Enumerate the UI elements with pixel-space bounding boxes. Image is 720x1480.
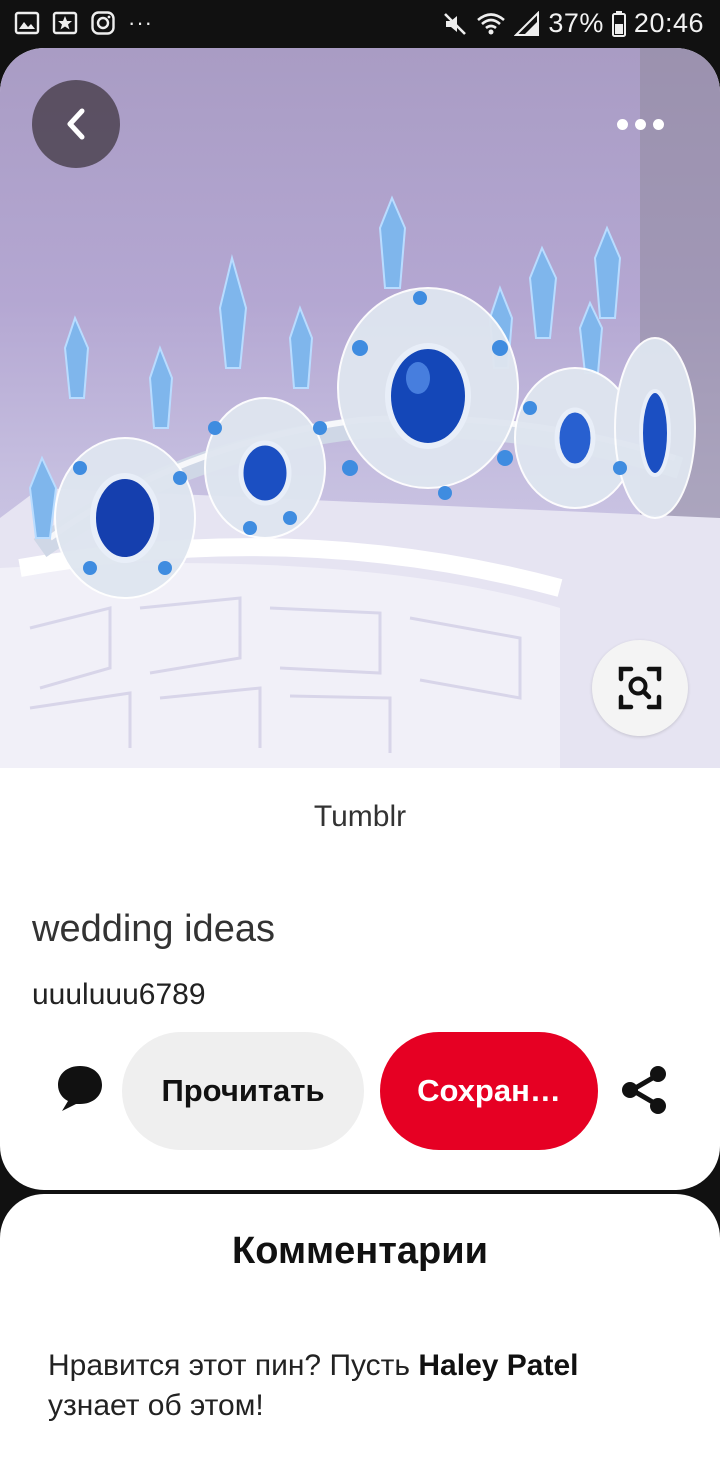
pin-card: Tumblr wedding ideas uuuluuu6789 Прочита… bbox=[0, 48, 720, 1190]
comment-icon[interactable] bbox=[54, 1062, 106, 1114]
more-dot-icon bbox=[634, 118, 646, 130]
save-button[interactable]: Сохран… bbox=[380, 1032, 598, 1150]
pin-actions: Прочитать Сохран… bbox=[0, 1032, 720, 1150]
more-dot-icon bbox=[652, 118, 664, 130]
visual-search-button[interactable] bbox=[592, 640, 688, 736]
pin-author[interactable]: uuuluuu6789 bbox=[32, 978, 206, 1012]
status-right: 37% 20:46 bbox=[442, 8, 704, 39]
comments-prompt: Нравится этот пин? Пусть Haley Patel узн… bbox=[48, 1346, 648, 1426]
comments-prompt-start: Нравится этот пин? Пусть bbox=[48, 1349, 419, 1382]
status-bar: ··· 37% 20:46 bbox=[0, 0, 720, 48]
more-notifications-icon: ··· bbox=[128, 10, 153, 35]
comments-section: Комментарии Нравится этот пин? Пусть Hal… bbox=[0, 1194, 720, 1480]
instagram-icon bbox=[91, 11, 115, 35]
battery-percent: 37% bbox=[548, 8, 604, 38]
read-button[interactable]: Прочитать bbox=[122, 1032, 364, 1150]
comments-title: Комментарии bbox=[232, 1230, 488, 1272]
pin-source[interactable]: Tumblr bbox=[0, 800, 720, 834]
status-left-icons: ··· bbox=[14, 10, 153, 36]
chevron-left-icon bbox=[67, 108, 85, 140]
battery-icon bbox=[611, 10, 626, 37]
more-options-button[interactable] bbox=[598, 96, 682, 152]
comments-prompt-name[interactable]: Haley Patel bbox=[418, 1349, 578, 1382]
star-app-icon bbox=[52, 11, 78, 35]
share-icon[interactable] bbox=[618, 1064, 670, 1116]
gallery-icon bbox=[14, 11, 40, 35]
clock: 20:46 bbox=[633, 8, 704, 38]
pin-title: wedding ideas bbox=[32, 908, 275, 950]
wifi-icon bbox=[477, 12, 506, 34]
back-button[interactable] bbox=[32, 80, 120, 168]
signal-icon bbox=[514, 10, 540, 36]
comments-prompt-end: узнает об этом! bbox=[48, 1389, 264, 1422]
pin-image[interactable] bbox=[0, 48, 720, 768]
more-dot-icon bbox=[616, 118, 628, 130]
mute-icon bbox=[444, 12, 467, 35]
lens-search-icon bbox=[618, 666, 662, 710]
